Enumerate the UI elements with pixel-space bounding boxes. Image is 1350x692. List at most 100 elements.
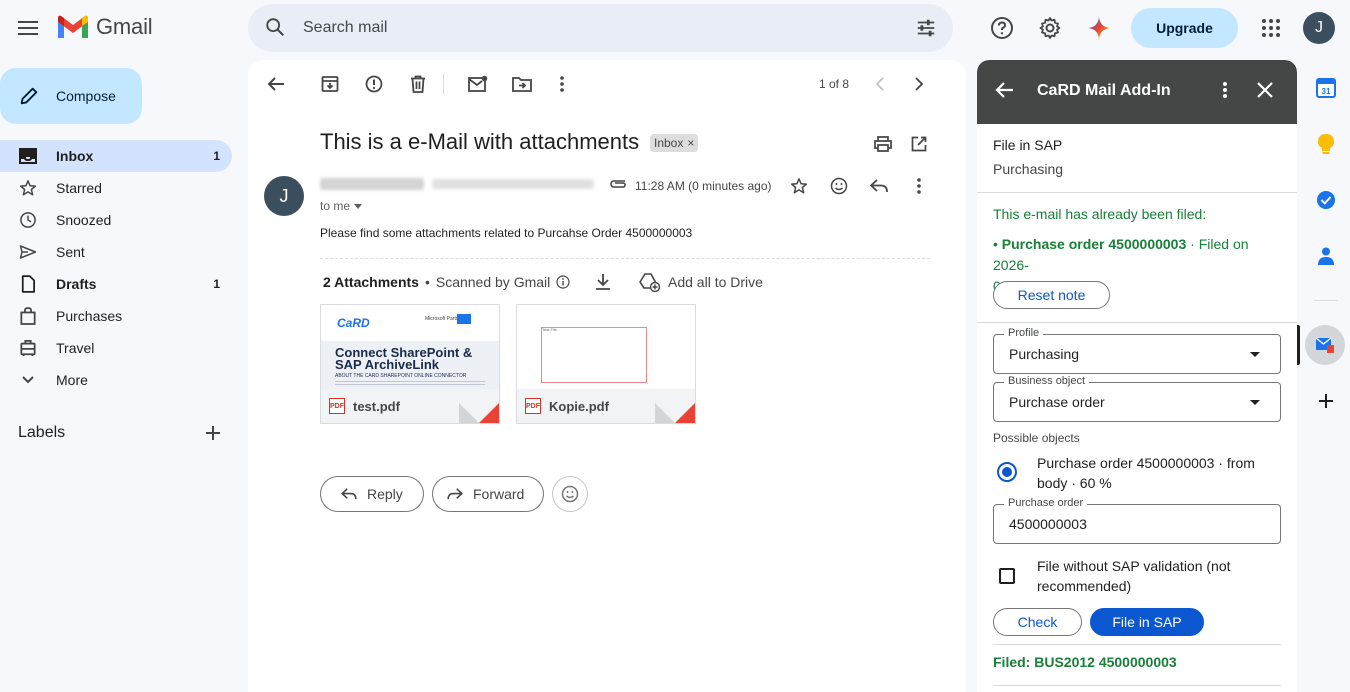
reset-note-button[interactable]: Reset note <box>993 281 1110 309</box>
file-in-sap-button[interactable]: File in SAP <box>1090 608 1204 636</box>
trash-icon <box>411 75 425 93</box>
attachment-card-kopie[interactable]: Test File PDF Kopie.pdf <box>516 304 696 424</box>
delete-button[interactable] <box>406 72 430 96</box>
card-addon-button[interactable] <box>1311 331 1339 359</box>
plus-icon <box>1319 394 1333 408</box>
create-label-button[interactable] <box>204 424 222 445</box>
apps-button[interactable] <box>1255 12 1287 44</box>
sidebar-item-travel[interactable]: Travel <box>0 332 232 364</box>
recipients-toggle[interactable]: to me <box>320 199 363 213</box>
separator-dot: • <box>424 274 430 290</box>
report-spam-button[interactable] <box>362 72 386 96</box>
more-actions-button[interactable] <box>550 72 574 96</box>
search-options-icon[interactable] <box>915 17 937 39</box>
forward-label: Forward <box>473 486 525 502</box>
mark-unread-button[interactable] <box>466 72 490 96</box>
sidebar-item-sent[interactable]: Sent <box>0 236 232 268</box>
message-time: 11:28 AM (0 minutes ago) <box>635 179 772 193</box>
close-icon[interactable] <box>1255 80 1275 100</box>
sidebar-nav: Inbox 1 Starred Snoozed Sent Drafts 1 Pu… <box>0 140 232 396</box>
mark-unread-icon <box>468 75 488 92</box>
sidebar-item-starred[interactable]: Starred <box>0 172 232 204</box>
get-addons-button[interactable] <box>1312 387 1340 415</box>
emoji-icon <box>830 177 848 195</box>
move-to-folder-icon <box>512 77 532 92</box>
filed-result: Filed: BUS2012 4500000003 <box>993 654 1177 670</box>
attachment-preview <box>541 327 647 383</box>
add-all-to-drive-button[interactable]: Add all to Drive <box>638 272 763 292</box>
pagination-label: 1 of 8 <box>819 77 850 91</box>
sidebar-item-more[interactable]: More <box>0 364 232 396</box>
settings-button[interactable] <box>1034 12 1066 44</box>
attachments-divider <box>320 258 930 259</box>
main-menu-button[interactable] <box>12 8 44 48</box>
sender-avatar[interactable]: J <box>264 176 304 216</box>
pdf-file-icon: PDF <box>525 398 541 414</box>
purchase-order-field[interactable]: Purchase order 4500000003 <box>993 497 1281 544</box>
print-button[interactable] <box>871 132 895 156</box>
search-bar[interactable]: Search mail <box>248 4 953 52</box>
label-chip[interactable]: Inbox × <box>650 134 699 152</box>
more-vert-icon[interactable] <box>1215 80 1235 100</box>
svg-text:31: 31 <box>1322 87 1331 96</box>
sidebar-item-snoozed[interactable]: Snoozed <box>0 204 232 236</box>
star-message-button[interactable] <box>787 174 811 198</box>
search-input[interactable]: Search mail <box>303 19 387 37</box>
scanned-label: Scanned by Gmail <box>435 274 551 290</box>
back-button[interactable] <box>264 72 288 96</box>
info-icon[interactable] <box>556 275 570 289</box>
support-button[interactable] <box>986 12 1018 44</box>
add-reaction-button[interactable] <box>827 174 851 198</box>
forward-button[interactable]: Forward <box>432 476 544 512</box>
upgrade-button[interactable]: Upgrade <box>1131 8 1238 48</box>
gemini-button[interactable] <box>1083 12 1115 44</box>
profile-value: Purchasing <box>1009 346 1080 362</box>
business-object-select[interactable]: Business object Purchase order <box>993 375 1281 422</box>
attachment-card-test[interactable]: CaRD Microsoft Partner Connect SharePoin… <box>320 304 500 424</box>
open-new-window-button[interactable] <box>907 132 931 156</box>
keep-app-button[interactable] <box>1312 130 1340 158</box>
addon-header: CaRD Mail Add-In <box>977 60 1297 124</box>
contacts-app-button[interactable] <box>1312 242 1340 270</box>
reply-icon <box>341 488 357 500</box>
account-avatar[interactable]: J <box>1303 12 1335 44</box>
tasks-app-button[interactable] <box>1312 186 1340 214</box>
reply-button[interactable]: Reply <box>320 476 424 512</box>
recipients-label: to me <box>320 199 351 213</box>
check-button[interactable]: Check <box>993 608 1082 636</box>
sap-logo <box>457 314 471 324</box>
reply-icon <box>870 179 888 193</box>
luggage-icon <box>18 339 38 357</box>
calendar-app-button[interactable]: 31 <box>1312 74 1340 102</box>
skip-validation-checkbox[interactable] <box>999 568 1015 584</box>
send-icon <box>18 243 38 261</box>
sidebar-item-drafts[interactable]: Drafts 1 <box>0 268 232 300</box>
gmail-logo[interactable]: Gmail <box>56 14 153 40</box>
download-all-button[interactable] <box>594 272 612 295</box>
card-logo-text: CaRD <box>337 316 370 330</box>
help-icon <box>991 17 1013 39</box>
sidebar-item-inbox[interactable]: Inbox 1 <box>0 140 232 172</box>
arrow-left-icon[interactable] <box>995 80 1015 100</box>
remove-label-icon[interactable]: × <box>687 136 694 150</box>
archive-button[interactable] <box>318 72 342 96</box>
sidebar-item-purchases[interactable]: Purchases <box>0 300 232 332</box>
rail-divider <box>1314 300 1338 301</box>
purchase-order-value[interactable]: 4500000003 <box>1009 516 1087 532</box>
dropdown-arrow-icon <box>1250 352 1260 357</box>
move-to-button[interactable] <box>510 72 534 96</box>
emoji-reaction-button[interactable] <box>552 476 588 512</box>
newer-button[interactable] <box>868 72 892 96</box>
reply-icon-button[interactable] <box>867 174 891 198</box>
app-name: Gmail <box>96 14 153 39</box>
profile-select[interactable]: Profile Purchasing <box>993 327 1281 374</box>
compose-button[interactable]: Compose <box>0 68 142 124</box>
older-button[interactable] <box>907 72 931 96</box>
open-in-new-icon <box>911 136 927 152</box>
add-all-label: Add all to Drive <box>668 274 763 290</box>
pencil-icon <box>20 87 38 105</box>
tasks-check-icon <box>1317 191 1335 209</box>
gmail-m-icon <box>58 15 88 38</box>
message-more-button[interactable] <box>907 174 931 198</box>
possible-object-radio[interactable] <box>997 462 1017 482</box>
